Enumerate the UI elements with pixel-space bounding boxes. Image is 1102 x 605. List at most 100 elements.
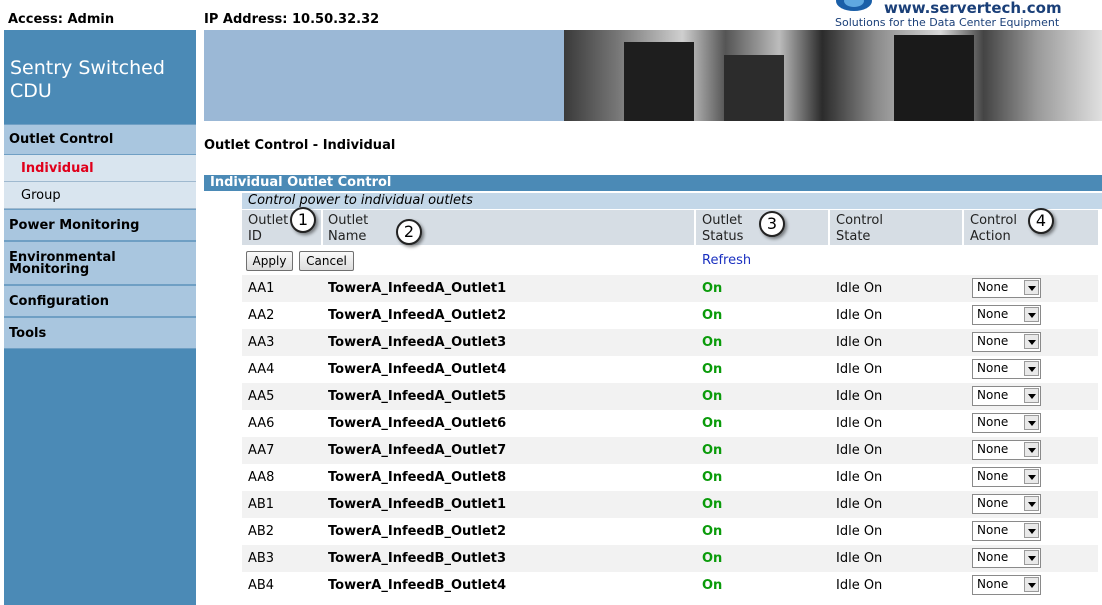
table-row: AB2 TowerA_InfeedB_Outlet2 On Idle On None — [242, 518, 1098, 545]
header-banner — [204, 30, 1102, 121]
apply-button[interactable]: Apply — [246, 251, 293, 271]
sidebar-item-power-monitoring[interactable]: Power Monitoring — [4, 209, 196, 241]
control-action-select[interactable]: None — [972, 521, 1041, 541]
outlet-name: TowerA_InfeedA_Outlet2 — [328, 308, 507, 323]
outlet-id: AA3 — [248, 335, 275, 350]
product-name: Sentry Switched CDU — [10, 57, 165, 103]
header-outlet-status-line1: Outlet — [702, 213, 743, 228]
dropdown-arrow-icon — [1024, 523, 1039, 538]
outlet-name: TowerA_InfeedA_Outlet5 — [328, 389, 507, 404]
column-divider — [962, 210, 964, 245]
control-state: Idle On — [836, 578, 883, 593]
outlet-name: TowerA_InfeedA_Outlet4 — [328, 362, 507, 377]
cancel-button[interactable]: Cancel — [299, 251, 354, 271]
refresh-link[interactable]: Refresh — [702, 253, 751, 268]
control-action-select[interactable]: None — [972, 413, 1041, 433]
table-row: AA6 TowerA_InfeedA_Outlet6 On Idle On None — [242, 410, 1098, 437]
control-action-select[interactable]: None — [972, 440, 1041, 460]
ip-address: IP Address: 10.50.32.32 — [204, 12, 380, 27]
sidebar-item-group[interactable]: Group — [4, 182, 196, 209]
product-name-line1: Sentry Switched — [10, 57, 165, 79]
dropdown-arrow-icon — [1024, 550, 1039, 565]
control-action-value: None — [977, 415, 1009, 429]
dropdown-arrow-icon — [1024, 415, 1039, 430]
outlet-status: On — [702, 578, 723, 593]
header-outlet-name-line2: Name — [328, 229, 367, 244]
servertech-logo-icon — [836, 0, 872, 11]
page-title: Outlet Control - Individual — [204, 138, 396, 153]
outlet-id: AA1 — [248, 281, 275, 296]
dropdown-arrow-icon — [1024, 442, 1039, 457]
header-outlet-name: Outlet Name — [328, 213, 368, 245]
outlet-name: TowerA_InfeedA_Outlet3 — [328, 335, 507, 350]
outlet-status: On — [702, 335, 723, 350]
control-state: Idle On — [836, 308, 883, 323]
header-control-state-line2: State — [836, 229, 871, 244]
outlet-id: AA2 — [248, 308, 275, 323]
callout-badge-4: 4 — [1028, 208, 1054, 234]
control-action-select[interactable]: None — [972, 494, 1041, 514]
control-action-select[interactable]: None — [972, 386, 1041, 406]
control-action-select[interactable]: None — [972, 467, 1041, 487]
datacenter-photo — [564, 30, 1102, 121]
header-control-action-line2: Action — [970, 229, 1011, 244]
column-divider — [828, 210, 830, 245]
outlet-id: AA7 — [248, 443, 275, 458]
control-state: Idle On — [836, 389, 883, 404]
control-action-value: None — [977, 442, 1009, 456]
table-row: AA7 TowerA_InfeedA_Outlet7 On Idle On None — [242, 437, 1098, 464]
control-action-value: None — [977, 577, 1009, 591]
control-state: Idle On — [836, 470, 883, 485]
sidebar-item-environmental-monitoring[interactable]: Environmental Monitoring — [4, 241, 196, 285]
table-row: AA8 TowerA_InfeedA_Outlet8 On Idle On None — [242, 464, 1098, 491]
control-state: Idle On — [836, 335, 883, 350]
outlet-name: TowerA_InfeedA_Outlet1 — [328, 281, 507, 296]
sidebar-item-outlet-control[interactable]: Outlet Control — [4, 124, 196, 155]
header-control-action-line1: Control — [970, 213, 1017, 228]
table-header: Outlet ID Outlet Name Outlet Status Cont… — [242, 210, 1098, 245]
sidebar-nav: Outlet Control Individual Group Power Mo… — [4, 124, 196, 349]
dropdown-arrow-icon — [1024, 361, 1039, 376]
control-action-value: None — [977, 388, 1009, 402]
outlet-status: On — [702, 497, 723, 512]
outlet-status: On — [702, 389, 723, 404]
table-row: AA4 TowerA_InfeedA_Outlet4 On Idle On None — [242, 356, 1098, 383]
section-header: Individual Outlet Control — [204, 175, 1102, 191]
control-action-select[interactable]: None — [972, 278, 1041, 298]
table-row: AA3 TowerA_InfeedA_Outlet3 On Idle On None — [242, 329, 1098, 356]
dropdown-arrow-icon — [1024, 469, 1039, 484]
header-control-state: Control State — [836, 213, 883, 245]
control-action-select[interactable]: None — [972, 575, 1041, 595]
outlet-status: On — [702, 443, 723, 458]
dropdown-arrow-icon — [1024, 307, 1039, 322]
top-bar: Access: Admin IP Address: 10.50.32.32 ww… — [0, 0, 1102, 42]
control-state: Idle On — [836, 416, 883, 431]
sidebar-item-configuration[interactable]: Configuration — [4, 285, 196, 317]
outlet-name: TowerA_InfeedA_Outlet7 — [328, 443, 507, 458]
control-action-value: None — [977, 550, 1009, 564]
outlet-status: On — [702, 281, 723, 296]
control-action-select[interactable]: None — [972, 548, 1041, 568]
outlet-status: On — [702, 551, 723, 566]
control-action-select[interactable]: None — [972, 332, 1041, 352]
sidebar-item-tools[interactable]: Tools — [4, 317, 196, 349]
dropdown-arrow-icon — [1024, 496, 1039, 511]
control-state: Idle On — [836, 524, 883, 539]
outlet-name: TowerA_InfeedB_Outlet2 — [328, 524, 507, 539]
outlet-status: On — [702, 308, 723, 323]
outlet-id: AB2 — [248, 524, 275, 539]
outlet-name: TowerA_InfeedB_Outlet1 — [328, 497, 507, 512]
sidebar-item-individual[interactable]: Individual — [4, 155, 196, 182]
table-row: AB1 TowerA_InfeedB_Outlet1 On Idle On None — [242, 491, 1098, 518]
outlet-status: On — [702, 416, 723, 431]
control-action-select[interactable]: None — [972, 359, 1041, 379]
control-state: Idle On — [836, 497, 883, 512]
control-action-select[interactable]: None — [972, 305, 1041, 325]
control-state: Idle On — [836, 443, 883, 458]
table-row: AB4 TowerA_InfeedB_Outlet4 On Idle On None — [242, 572, 1098, 599]
control-state: Idle On — [836, 281, 883, 296]
header-outlet-id-line1: Outlet — [248, 213, 289, 228]
outlet-name: TowerA_InfeedB_Outlet4 — [328, 578, 507, 593]
control-action-value: None — [977, 496, 1009, 510]
outlet-name: TowerA_InfeedA_Outlet6 — [328, 416, 507, 431]
